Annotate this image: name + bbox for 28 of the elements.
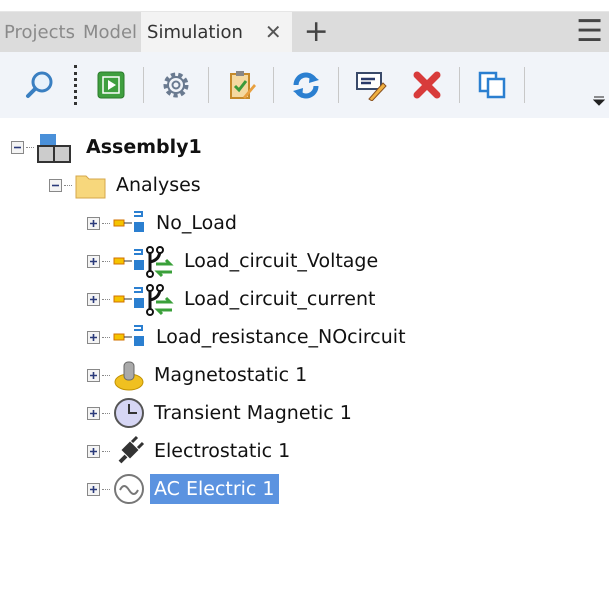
expander-icon[interactable]: [87, 406, 100, 420]
expander-icon[interactable]: [87, 292, 100, 306]
expander-icon[interactable]: [49, 178, 62, 192]
add-tab-button[interactable]: +: [292, 12, 341, 52]
tree-item[interactable]: Assembly1: [82, 132, 206, 162]
close-icon[interactable]: ✕: [264, 17, 282, 47]
tree-item[interactable]: Electrostatic 1: [150, 436, 294, 466]
circuit-analysis-icon: [112, 282, 176, 316]
menu-button[interactable]: ☰: [570, 12, 609, 52]
tree-item[interactable]: No_Load: [152, 208, 241, 238]
clock-icon: [112, 396, 146, 430]
circuit-analysis-icon: [112, 244, 176, 278]
tree-item[interactable]: Transient Magnetic 1: [150, 398, 356, 428]
expander-icon[interactable]: [87, 444, 100, 458]
tab[interactable]: Simulation ✕: [141, 12, 292, 52]
expander-icon[interactable]: [87, 216, 100, 230]
tree-item[interactable]: Magnetostatic 1: [150, 360, 312, 390]
expander-icon[interactable]: [87, 254, 100, 268]
expander-icon[interactable]: [87, 482, 100, 496]
tree-item[interactable]: Load_circuit_Voltage: [180, 246, 382, 276]
toolbar-grip[interactable]: [74, 65, 77, 105]
ac-icon: [112, 472, 146, 506]
tree-item[interactable]: Load_resistance_NOcircuit: [152, 322, 410, 352]
tree-item[interactable]: Analyses: [112, 170, 205, 200]
expander-icon[interactable]: [11, 140, 24, 154]
expander-icon[interactable]: [87, 330, 100, 344]
expander-icon[interactable]: [87, 368, 100, 382]
tree-item[interactable]: Load_circuit_current: [180, 284, 380, 314]
